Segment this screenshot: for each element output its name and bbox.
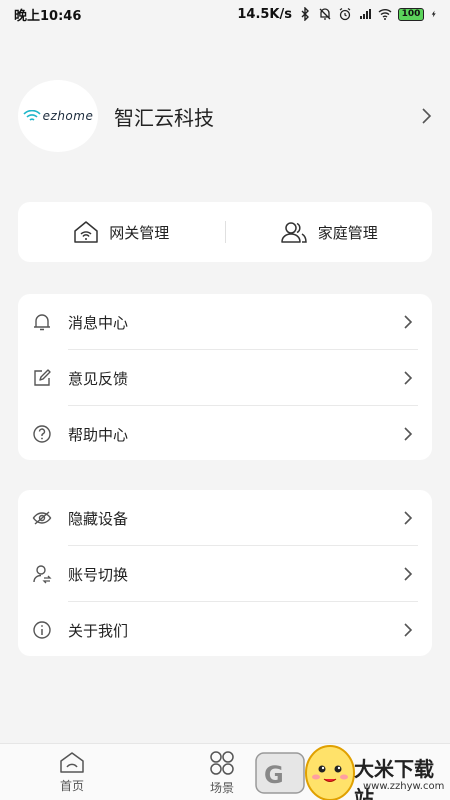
gateway-management-label: 网关管理 — [109, 223, 170, 242]
chevron-right-icon — [422, 108, 432, 124]
profile-header[interactable]: ezhome 智汇云科技 — [18, 78, 432, 154]
menu-item-hidden-devices[interactable]: 隐藏设备 — [18, 490, 432, 546]
watermark-text: 大米下载站 — [354, 757, 434, 800]
bell-icon — [34, 314, 50, 331]
menu-label: 消息中心 — [68, 313, 129, 332]
chevron-right-icon — [404, 511, 413, 525]
signal-icon — [360, 9, 371, 19]
house-wifi-icon — [74, 221, 98, 243]
tab-scene[interactable]: 场景 — [208, 750, 236, 796]
profile-name: 智汇云科技 — [114, 105, 214, 130]
avatar[interactable]: ezhome — [18, 80, 98, 152]
menu-item-about[interactable]: 关于我们 — [18, 602, 432, 658]
tab-home[interactable]: 首页 — [58, 750, 86, 794]
network-speed: 14.5K/s — [237, 6, 292, 22]
status-icons: 14.5K/s 100 — [237, 7, 438, 22]
family-management-label: 家庭管理 — [317, 223, 378, 242]
quick-actions-card: 网关管理 家庭管理 — [18, 202, 432, 262]
svg-text:G: G — [264, 761, 284, 789]
gateway-management-button[interactable]: 网关管理 — [18, 220, 225, 244]
status-bar: 晚上10:46 14.5K/s 100 — [0, 0, 450, 28]
ezhome-logo: ezhome — [23, 109, 94, 123]
status-time: 晚上10:46 — [14, 8, 82, 24]
chevron-right-icon — [404, 623, 413, 637]
logo-text: ezhome — [42, 109, 94, 123]
watermark: G 大米下载站 www.zzhyw.com — [250, 745, 450, 800]
alarm-icon — [339, 8, 351, 21]
eye-off-icon — [32, 511, 52, 525]
wifi-icon — [378, 9, 392, 20]
menu-item-help[interactable]: 帮助中心 — [18, 406, 432, 462]
scene-icon — [210, 751, 234, 775]
user-switch-icon — [33, 565, 52, 584]
menu-label: 账号切换 — [68, 565, 129, 584]
question-icon — [33, 425, 51, 443]
people-icon — [280, 222, 307, 243]
charging-icon — [431, 10, 436, 18]
menu-item-messages[interactable]: 消息中心 — [18, 294, 432, 350]
tab-label: 场景 — [209, 781, 234, 795]
bluetooth-icon — [301, 7, 309, 21]
menu-label: 意见反馈 — [68, 369, 129, 388]
chevron-right-icon — [404, 371, 413, 385]
chevron-right-icon — [404, 567, 413, 581]
menu-item-feedback[interactable]: 意见反馈 — [18, 350, 432, 406]
home-icon — [60, 752, 84, 773]
wifi-logo-icon — [23, 110, 41, 121]
tab-label: 首页 — [59, 779, 84, 793]
menu-label: 关于我们 — [68, 621, 129, 640]
menu-group-1: 消息中心 意见反馈 帮助中心 — [18, 294, 432, 460]
menu-group-2: 隐藏设备 账号切换 关于我们 — [18, 490, 432, 656]
family-management-button[interactable]: 家庭管理 — [226, 220, 433, 244]
battery-icon: 100 — [398, 7, 424, 21]
menu-item-switch-account[interactable]: 账号切换 — [18, 546, 432, 602]
chevron-right-icon — [404, 315, 413, 329]
mute-icon — [319, 8, 331, 20]
edit-icon — [34, 369, 51, 386]
menu-label: 帮助中心 — [68, 425, 129, 444]
watermark-url: www.zzhyw.com — [363, 781, 445, 792]
info-icon — [33, 621, 51, 639]
chevron-right-icon — [404, 427, 413, 441]
menu-label: 隐藏设备 — [68, 509, 129, 528]
